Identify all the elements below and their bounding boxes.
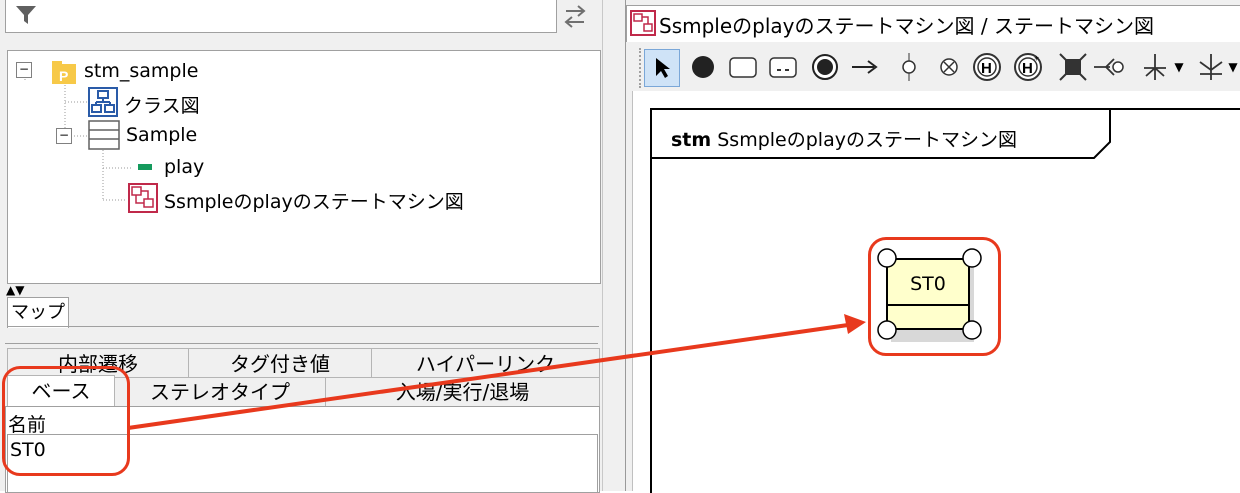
annotation-arrow [127,314,866,430]
